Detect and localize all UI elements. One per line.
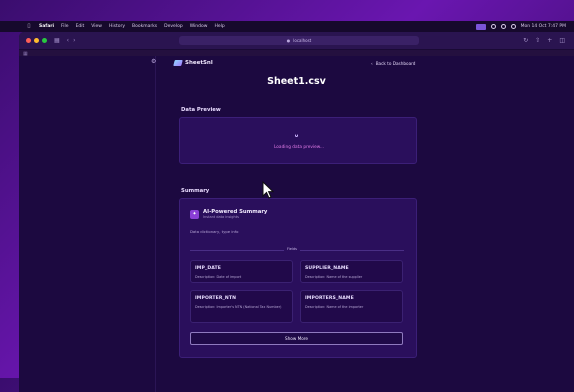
loading-spinner-icon — [295, 134, 298, 137]
close-window-button[interactable] — [26, 38, 31, 43]
back-to-dashboard-link[interactable]: ‹ Back to Dashboard — [371, 61, 415, 66]
sidebar-divider — [155, 56, 156, 392]
field-description: Description: Importer's NTN (National Ta… — [195, 305, 282, 309]
field-card[interactable]: IMPORTER_NTN Description: Importer's NTN… — [190, 290, 293, 323]
forward-nav-icon[interactable]: › — [73, 37, 75, 44]
page-title: Sheet1.csv — [267, 76, 326, 87]
ai-summary-description: Data dictionary, type info — [190, 229, 239, 234]
data-preview-heading: Data Preview — [181, 107, 221, 113]
status-app-icon[interactable] — [475, 23, 486, 30]
brand-mark-icon — [173, 60, 183, 66]
field-card[interactable]: IMPORTERS_NAME Description: Name of the … — [300, 290, 403, 323]
tab-overview-icon[interactable]: ◫ — [559, 37, 565, 44]
sidebar-toggle-icon[interactable]: ▦ — [54, 37, 60, 44]
menu-app-name[interactable]: Safari — [39, 24, 54, 29]
summary-heading: Summary — [181, 188, 210, 194]
data-preview-card: Loading data preview... — [179, 117, 417, 164]
field-description: Description: Name of the importer — [305, 305, 364, 309]
zoom-window-button[interactable] — [42, 38, 47, 43]
wifi-icon[interactable] — [490, 24, 496, 29]
menu-history[interactable]: History — [109, 24, 125, 29]
sparkle-icon: ✦ — [190, 209, 199, 219]
ai-summary-subtitle: Instant data insights — [203, 215, 239, 219]
back-label: Back to Dashboard — [375, 61, 416, 66]
menubar-clock[interactable]: Mon 14 Oct 7:47 PM — [521, 24, 566, 29]
address-bar[interactable]: ● localhost — [179, 36, 419, 45]
field-name: IMP_DATE — [195, 266, 222, 271]
gear-icon[interactable]: ⚙ — [151, 58, 156, 65]
field-description: Description: Name of the supplier — [305, 275, 363, 279]
reload-icon[interactable]: ↻ — [523, 37, 528, 44]
share-icon[interactable]: ⇧ — [535, 37, 540, 44]
brand-name: SheetSnl — [185, 60, 213, 66]
menu-edit[interactable]: Edit — [76, 24, 85, 29]
loading-text: Loading data preview... — [273, 145, 324, 150]
menu-file[interactable]: File — [61, 24, 69, 29]
address-text: localhost — [293, 38, 312, 43]
fields-label: Fields — [284, 247, 300, 251]
field-description: Description: Date of import — [195, 275, 242, 279]
show-more-button[interactable]: Show More — [190, 332, 403, 345]
menu-window[interactable]: Window — [190, 24, 208, 29]
minimize-window-button[interactable] — [34, 38, 39, 43]
chevron-left-icon: ‹ — [371, 61, 373, 66]
new-tab-icon[interactable]: + — [547, 37, 552, 44]
ai-summary-header: ✦ AI-Powered Summary Instant data insigh… — [190, 209, 267, 219]
macos-menubar:  Safari File Edit View History Bookmark… — [0, 21, 574, 32]
field-card[interactable]: IMP_DATE Description: Date of import — [190, 260, 293, 283]
menu-develop[interactable]: Develop — [164, 24, 183, 29]
page-content: ⚙ SheetSnl ‹ Back to Dashboard Sheet1.cs… — [19, 56, 574, 392]
menu-bookmarks[interactable]: Bookmarks — [132, 24, 157, 29]
field-name: IMPORTERS_NAME — [305, 296, 354, 301]
control-center-icon[interactable] — [500, 24, 506, 29]
field-name: IMPORTER_NTN — [195, 296, 237, 301]
field-card[interactable]: SUPPLIER_NAME Description: Name of the s… — [300, 260, 403, 283]
back-nav-icon[interactable]: ‹ — [67, 37, 69, 44]
summary-card: ✦ AI-Powered Summary Instant data insigh… — [179, 198, 417, 358]
spotlight-icon[interactable] — [510, 24, 516, 29]
field-name: SUPPLIER_NAME — [305, 266, 349, 271]
pointer-arrow-icon — [262, 181, 274, 199]
browser-toolbar: ▦ ‹ › ● localhost ↻ ⇧ + ◫ — [19, 32, 574, 50]
browser-window: ▦ ‹ › ● localhost ↻ ⇧ + ◫ ▦ ⚙ SheetSnl ‹… — [19, 32, 574, 392]
apple-icon[interactable]:  — [26, 24, 32, 29]
lock-icon: ● — [286, 38, 291, 43]
menu-view[interactable]: View — [91, 24, 102, 29]
brand-logo[interactable]: SheetSnl — [173, 60, 213, 66]
menu-help[interactable]: Help — [214, 24, 224, 29]
